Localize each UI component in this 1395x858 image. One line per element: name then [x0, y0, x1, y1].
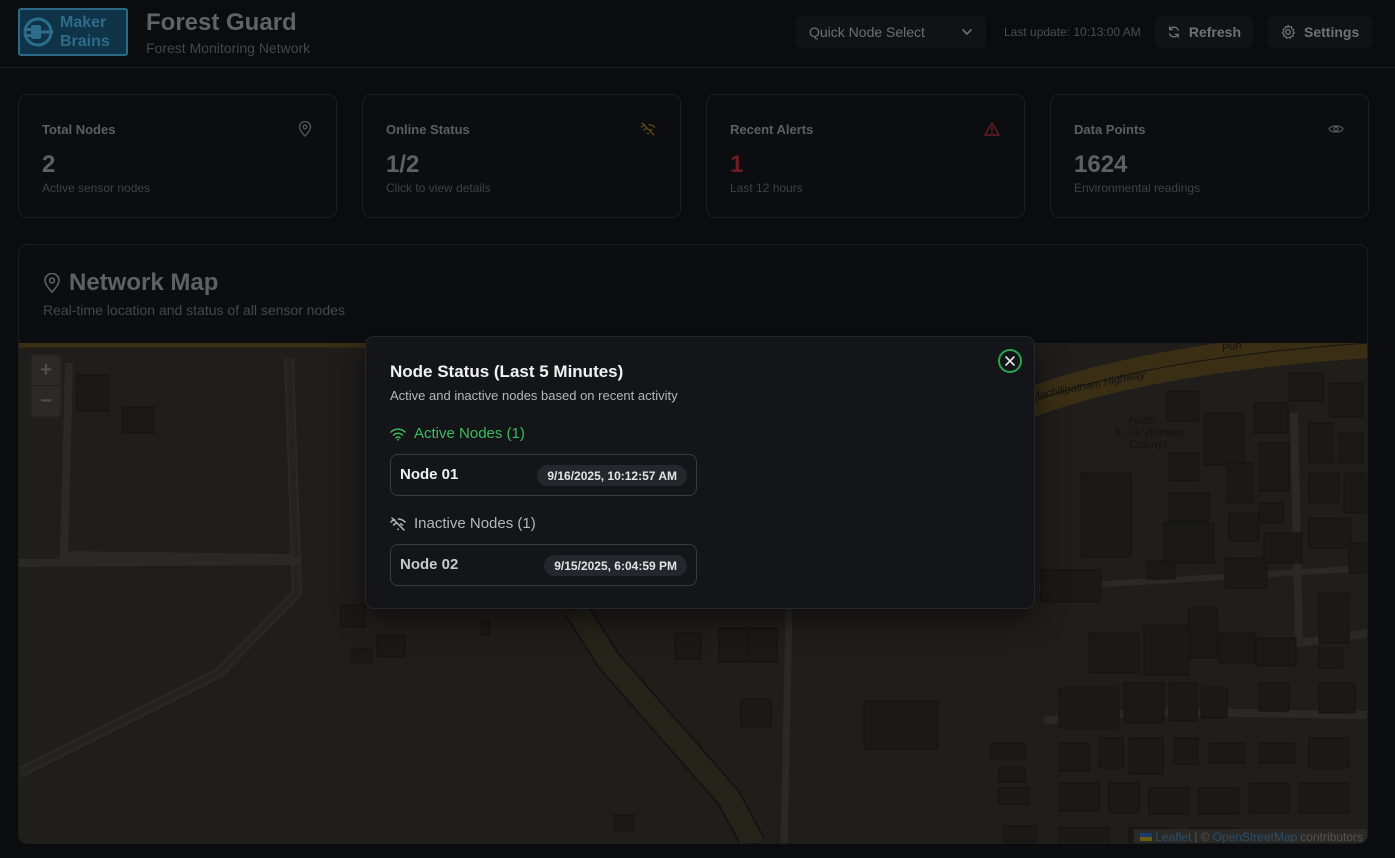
gear-icon	[1281, 24, 1296, 39]
map-pin-icon	[44, 273, 60, 293]
zoom-out-button[interactable]: −	[32, 386, 60, 416]
inactive-nodes-label: Inactive Nodes (1)	[414, 515, 536, 532]
stat-title: Online Status	[386, 122, 470, 137]
map-pin-icon	[298, 121, 312, 137]
logo-line-2: Brains	[60, 33, 110, 50]
wifi-off-icon	[390, 516, 406, 531]
place-label-1: Hothi	[1129, 415, 1155, 427]
stat-title: Total Nodes	[42, 122, 116, 137]
settings-label: Settings	[1304, 24, 1360, 40]
stat-card-recent-alerts: Recent Alerts 1 Last 12 hours	[706, 94, 1025, 218]
stat-card-online-status[interactable]: Online Status 1/2 Click to view details	[362, 94, 681, 218]
app-header: Maker Brains Forest Guard Forest Monitor…	[0, 0, 1395, 68]
node-last-seen-badge: 9/16/2025, 10:12:57 AM	[537, 465, 687, 486]
active-nodes-heading: Active Nodes (1)	[390, 425, 525, 442]
node-row-inactive[interactable]: Node 02 9/15/2025, 6:04:59 PM	[390, 544, 697, 586]
map-title: Network Map	[69, 269, 219, 296]
logo-text: Maker Brains	[60, 13, 110, 51]
active-nodes-label: Active Nodes (1)	[414, 425, 525, 442]
app-title: Forest Guard	[146, 9, 297, 36]
map-attribution: Leaflet | © OpenStreetMap contributors	[1134, 829, 1367, 844]
map-heading: Network Map	[43, 269, 218, 297]
dialog-title: Node Status (Last 5 Minutes)	[390, 362, 624, 381]
dialog-description: Active and inactive nodes based on recen…	[390, 388, 678, 403]
maker-brains-logo[interactable]: Maker Brains	[18, 8, 128, 56]
leaflet-link[interactable]: Leaflet	[1155, 830, 1191, 843]
openstreetmap-link[interactable]: OpenStreetMap	[1213, 830, 1298, 843]
stat-desc: Click to view details	[386, 181, 491, 195]
eye-icon	[1328, 125, 1344, 133]
close-icon	[1005, 356, 1015, 366]
attribution-suffix: contributors	[1300, 830, 1363, 844]
stat-value: 1624	[1074, 151, 1128, 178]
map-description: Real-time location and status of all sen…	[43, 302, 345, 318]
last-update-text: Last update: 10:13:00 AM	[1004, 25, 1141, 39]
app-subtitle: Forest Monitoring Network	[146, 40, 311, 56]
node-name: Node 02	[400, 556, 459, 573]
chevron-down-icon	[962, 29, 972, 35]
stat-card-data-points: Data Points 1624 Environmental readings	[1050, 94, 1369, 218]
plug-logo-icon	[23, 17, 53, 47]
refresh-icon	[1168, 26, 1179, 38]
zoom-in-button[interactable]: +	[32, 356, 60, 386]
stat-card-total-nodes: Total Nodes 2 Active sensor nodes	[18, 94, 337, 218]
wifi-off-icon	[640, 122, 656, 136]
close-dialog-button[interactable]	[998, 349, 1022, 373]
attribution-separator: | ©	[1194, 830, 1210, 844]
stat-title: Recent Alerts	[730, 122, 814, 137]
ukraine-flag-icon	[1140, 833, 1153, 841]
quick-node-select[interactable]: Quick Node Select	[796, 16, 986, 48]
wifi-icon	[390, 427, 406, 441]
stat-value: 2	[42, 151, 56, 178]
stat-desc: Active sensor nodes	[42, 181, 151, 195]
refresh-button[interactable]: Refresh	[1155, 16, 1253, 48]
stat-title: Data Points	[1074, 122, 1146, 137]
node-last-seen-badge: 9/15/2025, 6:04:59 PM	[544, 555, 687, 576]
place-label-3: Colony)	[1129, 439, 1167, 451]
refresh-label: Refresh	[1188, 24, 1241, 40]
stat-desc: Last 12 hours	[730, 181, 803, 195]
stat-value: 1/2	[386, 151, 420, 178]
inactive-nodes-heading: Inactive Nodes (1)	[390, 515, 536, 532]
node-name: Node 01	[400, 466, 459, 483]
node-status-dialog: Node Status (Last 5 Minutes) Active and …	[365, 336, 1035, 609]
stat-desc: Environmental readings	[1074, 181, 1201, 195]
settings-button[interactable]: Settings	[1268, 16, 1372, 48]
logo-line-1: Maker	[60, 14, 107, 31]
node-row-active[interactable]: Node 01 9/16/2025, 10:12:57 AM	[390, 454, 697, 496]
map-zoom-control: + −	[30, 354, 62, 418]
alert-triangle-icon	[984, 122, 1000, 136]
place-label-2: K - IV (Fareed	[1115, 427, 1185, 439]
stat-value: 1	[730, 151, 744, 178]
quick-node-select-value: Quick Node Select	[809, 24, 925, 40]
